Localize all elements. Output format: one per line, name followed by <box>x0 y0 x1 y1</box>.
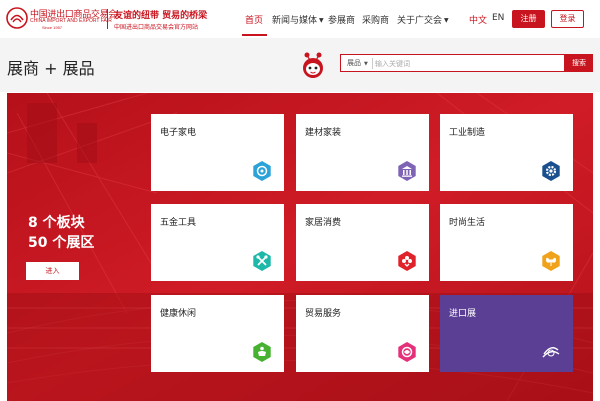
tools-icon <box>253 251 271 271</box>
gear-icon <box>542 161 560 181</box>
enter-button[interactable]: 进入 <box>26 262 79 280</box>
service-icon <box>398 342 416 362</box>
nav-about-label: 关于广交会 <box>397 16 443 26</box>
card-fashion[interactable]: 时尚生活 <box>440 204 573 281</box>
lang-english[interactable]: EN <box>492 13 504 23</box>
nav-buyers[interactable]: 采购商 <box>362 13 389 26</box>
search-separator <box>372 58 373 69</box>
card-label: 电子家电 <box>160 128 197 138</box>
chevron-down-icon: ▼ <box>319 17 324 24</box>
nav-home[interactable]: 首页 <box>245 13 263 26</box>
card-building-materials[interactable]: 建材家装 <box>296 114 429 191</box>
canton-fair-emblem-icon <box>6 7 28 29</box>
logo-divider <box>107 9 108 29</box>
health-icon <box>253 342 271 362</box>
title-bar: 展商 + 展品 展品▼ 搜索 <box>0 38 600 92</box>
card-label: 进口展 <box>449 309 477 319</box>
top-header: 中国进出口商品交易会 CHINA IMPORT AND EXPORT FAIR … <box>0 0 600 38</box>
card-import-expo[interactable]: 进口展 <box>440 295 573 372</box>
import-expo-icon <box>542 347 560 358</box>
card-home-consumer[interactable]: 家居消费 <box>296 204 429 281</box>
card-label: 五金工具 <box>160 218 197 228</box>
lang-chinese[interactable]: 中文 <box>469 13 487 26</box>
search-box: 展品 ▼ <box>340 54 565 72</box>
card-health-leisure[interactable]: 健康休闲 <box>151 295 284 372</box>
nav-active-underline <box>242 34 267 36</box>
flower-icon <box>398 251 416 271</box>
card-label: 工业制造 <box>449 128 486 138</box>
card-electronics[interactable]: 电子家电 <box>151 114 284 191</box>
chevron-down-icon: ▼ <box>364 61 368 67</box>
sections-count: 8 个板块 <box>28 215 85 231</box>
nav-about[interactable]: 关于广交会 ▼ <box>397 13 449 26</box>
login-button[interactable]: 登录 <box>551 10 584 28</box>
card-label: 健康休闲 <box>160 309 197 319</box>
search-input[interactable] <box>375 57 560 70</box>
logo-en-text: CHINA IMPORT AND EXPORT FAIR <box>30 18 112 24</box>
exhibit-sections-panel: 8 个板块 50 个展区 进入 电子家电 建材家装 工业制造 五金工具 家居消费… <box>7 93 593 401</box>
card-trade-services[interactable]: 贸易服务 <box>296 295 429 372</box>
nav-exhibitors[interactable]: 参展商 <box>328 13 355 26</box>
chevron-down-icon: ▼ <box>444 17 449 24</box>
canton-fair-logo[interactable]: 中国进出口商品交易会 CHINA IMPORT AND EXPORT FAIR … <box>6 6 117 32</box>
appliance-icon <box>253 161 271 181</box>
card-label: 贸易服务 <box>305 309 342 319</box>
nav-news-media-label: 新闻与媒体 <box>272 16 318 26</box>
card-label: 时尚生活 <box>449 218 486 228</box>
card-label: 家居消费 <box>305 218 342 228</box>
search-category-select[interactable]: 展品 ▼ <box>347 58 368 68</box>
mascot-icon <box>303 52 323 78</box>
card-industrial[interactable]: 工业制造 <box>440 114 573 191</box>
building-icon <box>398 161 416 181</box>
search-category-label: 展品 <box>347 59 361 67</box>
zones-count: 50 个展区 <box>28 235 95 251</box>
card-hardware-tools[interactable]: 五金工具 <box>151 204 284 281</box>
butterfly-icon <box>542 251 560 271</box>
nav-news-media[interactable]: 新闻与媒体 ▼ <box>272 13 324 26</box>
slogan: 友谊的纽带 贸易的桥梁 <box>114 11 208 21</box>
search-button[interactable]: 搜索 <box>565 54 593 72</box>
card-label: 建材家装 <box>305 128 342 138</box>
logo-since-text: Since 1957 <box>42 25 63 30</box>
page-title: 展商 + 展品 <box>7 59 95 78</box>
slogan-sub: 中国进出口商品交易会官方网站 <box>114 24 199 31</box>
register-button[interactable]: 注册 <box>512 10 545 28</box>
